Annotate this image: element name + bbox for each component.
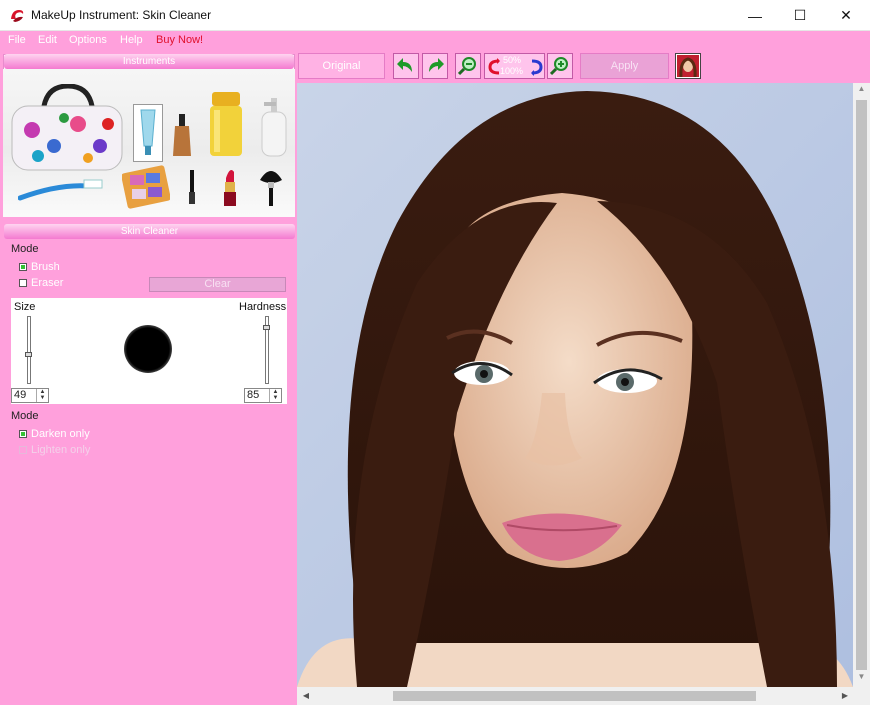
scroll-left-icon[interactable]: ◀ <box>299 689 313 703</box>
zoom-100-label: 100% <box>500 66 524 76</box>
eraser-label[interactable]: Eraser <box>31 277 63 289</box>
makeup-brush-icon[interactable] <box>258 166 284 208</box>
zoom-in-button[interactable] <box>547 53 573 79</box>
scroll-up-icon[interactable]: ▲ <box>853 84 870 98</box>
size-slider-thumb[interactable] <box>25 352 32 357</box>
zoom-out-button[interactable] <box>455 53 481 79</box>
zoom-toggle-button[interactable]: 50% 100% <box>484 53 545 79</box>
horizontal-scroll-thumb[interactable] <box>393 691 756 701</box>
close-button[interactable]: ✕ <box>823 0 869 31</box>
skin-cleaner-tube-icon <box>140 109 156 155</box>
portrait-photo <box>297 83 853 687</box>
zoom-50-label: 50% <box>503 55 522 65</box>
minimize-button[interactable]: — <box>732 0 778 31</box>
lighten-only-label: Lighten only <box>31 444 91 456</box>
mode2-label: Mode <box>11 410 39 422</box>
menu-buy-now[interactable]: Buy Now! <box>156 34 203 46</box>
menu-file[interactable]: File <box>8 34 26 46</box>
hardness-value: 85 <box>247 389 260 401</box>
undo-arrow-icon <box>397 58 412 72</box>
redo-arrow-icon <box>429 58 444 72</box>
size-slider-track[interactable] <box>27 316 31 384</box>
portrait-thumbnail-button[interactable] <box>675 53 701 79</box>
brush-label[interactable]: Brush <box>31 261 60 273</box>
instruments-header: Instruments <box>4 54 294 69</box>
size-label: Size <box>14 301 36 313</box>
scrollbar-corner <box>853 687 870 705</box>
brush-preview <box>124 325 172 373</box>
vertical-scroll-thumb[interactable] <box>856 100 867 670</box>
size-value: 49 <box>14 389 27 401</box>
eraser-radio[interactable] <box>19 279 27 287</box>
zoom-out-icon <box>458 57 476 76</box>
rotate-left-icon <box>488 58 500 75</box>
size-spin-arrows-icon[interactable]: ▲ ▼ <box>36 389 48 402</box>
hardness-spin-arrows-icon[interactable]: ▲ ▼ <box>269 389 281 402</box>
eyeshadow-palette-icon[interactable] <box>122 165 170 209</box>
lipstick-icon[interactable] <box>222 166 238 208</box>
undo-button[interactable] <box>393 53 419 79</box>
lighten-only-radio <box>19 446 27 454</box>
menu-help[interactable]: Help <box>120 34 143 46</box>
scroll-down-icon[interactable]: ▼ <box>853 672 870 686</box>
size-spinbox[interactable]: 49 ▲ ▼ <box>11 388 49 403</box>
foundation-bottle-icon[interactable] <box>172 112 192 158</box>
menu-edit[interactable]: Edit <box>38 34 57 46</box>
rotate-right-icon <box>531 59 543 76</box>
apply-button[interactable]: Apply <box>580 53 669 79</box>
darken-only-label[interactable]: Darken only <box>31 428 90 440</box>
redo-button[interactable] <box>422 53 448 79</box>
mode-label: Mode <box>11 243 39 255</box>
zoom-in-icon <box>550 57 568 76</box>
photo-canvas[interactable] <box>297 83 853 687</box>
hardness-slider-thumb[interactable] <box>263 325 270 330</box>
toothbrush-icon[interactable] <box>18 178 106 202</box>
menu-options[interactable]: Options <box>69 34 107 46</box>
maximize-button[interactable]: ☐ <box>777 0 823 31</box>
original-button[interactable]: Original <box>298 53 385 79</box>
brush-radio[interactable] <box>19 263 27 271</box>
cosmetic-bag-icon[interactable] <box>8 84 126 176</box>
lotion-bottle-icon[interactable] <box>258 96 290 158</box>
app-logo-icon <box>11 10 24 22</box>
portrait-icon <box>677 55 699 77</box>
eyeliner-icon[interactable] <box>186 170 198 206</box>
window-title: MakeUp Instrument: Skin Cleaner <box>31 8 212 22</box>
hardness-spinbox[interactable]: 85 ▲ ▼ <box>244 388 282 403</box>
scroll-right-icon[interactable]: ▶ <box>838 689 852 703</box>
clear-button[interactable]: Clear <box>149 277 286 292</box>
skin-cleaner-header: Skin Cleaner <box>4 224 295 239</box>
cream-jar-icon[interactable] <box>208 90 244 158</box>
darken-only-radio[interactable] <box>19 430 27 438</box>
hardness-label: Hardness <box>239 301 287 313</box>
